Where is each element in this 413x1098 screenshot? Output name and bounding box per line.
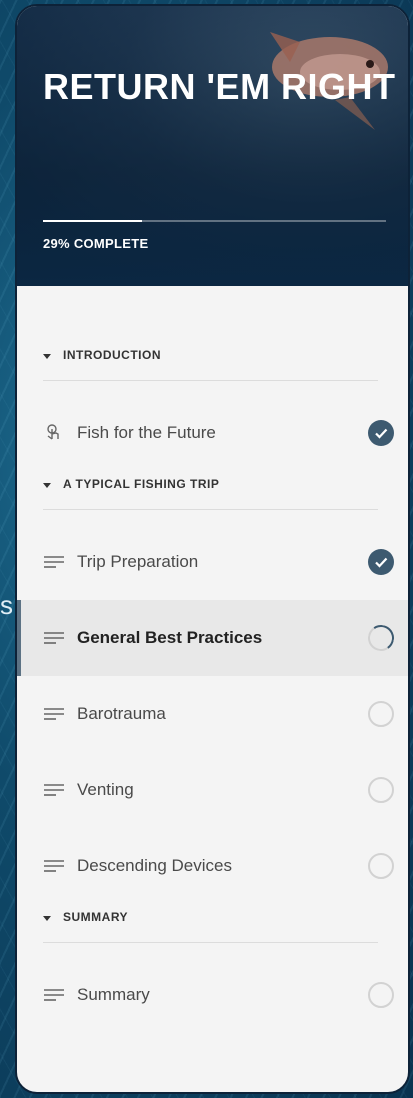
lesson-title: Fish for the Future bbox=[77, 423, 216, 442]
complete-check-icon bbox=[368, 420, 394, 446]
lesson-item[interactable]: General Best Practices bbox=[17, 600, 408, 676]
text-lines-icon bbox=[43, 857, 65, 875]
lesson-title: General Best Practices bbox=[77, 628, 263, 647]
course-header: RETURN 'EM RIGHT 29% COMPLETE bbox=[17, 6, 408, 286]
background-text-fragment: s bbox=[0, 590, 13, 620]
section-label: SUMMARY bbox=[63, 910, 129, 924]
not-started-icon bbox=[368, 853, 394, 879]
progress-label: 29% COMPLETE bbox=[43, 236, 149, 251]
complete-check-icon bbox=[368, 549, 394, 575]
section-label: A TYPICAL FISHING TRIP bbox=[63, 477, 220, 491]
progress-bar-fill bbox=[43, 220, 143, 222]
course-sidebar: RETURN 'EM RIGHT 29% COMPLETE INTRODUCTI… bbox=[15, 4, 410, 1094]
not-started-icon bbox=[368, 777, 394, 803]
lesson-item[interactable]: Barotrauma bbox=[17, 676, 408, 752]
lesson-item[interactable]: Summary bbox=[17, 957, 408, 1033]
section-header[interactable]: SUMMARY bbox=[43, 904, 378, 943]
lesson-title: Venting bbox=[77, 780, 134, 799]
lesson-title: Summary bbox=[77, 985, 150, 1004]
lesson-list: INTRODUCTION Fish for the Future A TYPICAL… bbox=[17, 286, 408, 1033]
lesson-item[interactable]: Descending Devices bbox=[17, 828, 408, 904]
text-lines-icon bbox=[43, 781, 65, 799]
progress-bar bbox=[43, 220, 386, 222]
text-lines-icon bbox=[43, 705, 65, 723]
in-progress-icon bbox=[365, 622, 397, 654]
not-started-icon bbox=[368, 701, 394, 727]
lesson-item[interactable]: Trip Preparation bbox=[17, 524, 408, 600]
section-header[interactable]: A TYPICAL FISHING TRIP bbox=[43, 471, 378, 510]
lesson-title: Descending Devices bbox=[77, 856, 232, 875]
text-lines-icon bbox=[43, 629, 65, 647]
caret-down-icon bbox=[43, 354, 51, 359]
lesson-item[interactable]: Venting bbox=[17, 752, 408, 828]
text-lines-icon bbox=[43, 553, 65, 571]
caret-down-icon bbox=[43, 483, 51, 488]
section-label: INTRODUCTION bbox=[63, 348, 161, 362]
lesson-item[interactable]: Fish for the Future bbox=[17, 395, 408, 471]
lesson-title: Trip Preparation bbox=[77, 552, 199, 571]
section-header[interactable]: INTRODUCTION bbox=[43, 342, 378, 381]
course-title: RETURN 'EM RIGHT bbox=[43, 66, 396, 107]
lesson-title: Barotrauma bbox=[77, 704, 166, 723]
hand-pointer-icon bbox=[43, 424, 65, 442]
text-lines-icon bbox=[43, 986, 65, 1004]
caret-down-icon bbox=[43, 916, 51, 921]
not-started-icon bbox=[368, 982, 394, 1008]
